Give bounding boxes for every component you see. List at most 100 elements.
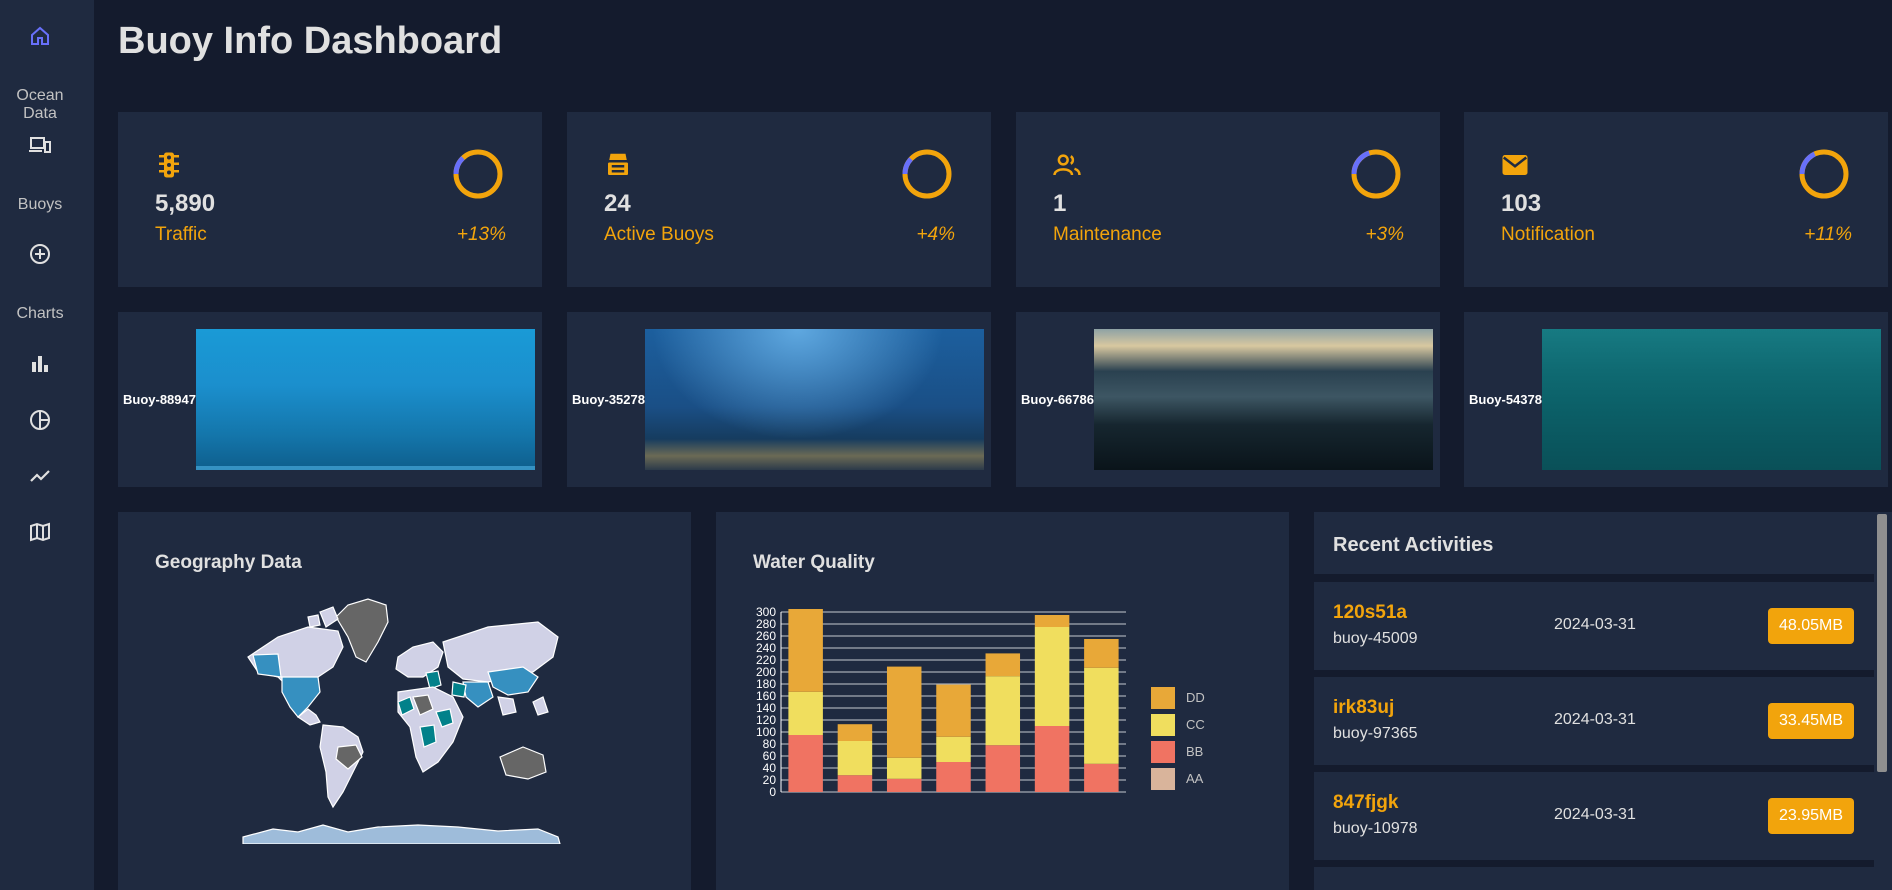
bar-bb-bc[interactable] — [1084, 763, 1119, 792]
activity-id: 120s51a — [1333, 602, 1407, 623]
progress-ring — [1351, 149, 1401, 199]
bar-bb-on[interactable] — [985, 745, 1021, 792]
buoy-card[interactable]: Buoy-88947 — [118, 312, 542, 487]
bar-dd-qc[interactable] — [1034, 615, 1070, 627]
bar-bb-nl[interactable] — [886, 778, 922, 792]
bar-cc-ns[interactable] — [788, 691, 823, 735]
stat-card-notification: 103 Notification +11% — [1464, 112, 1888, 287]
legend-label: CC — [1186, 717, 1205, 732]
y-tick-label: 220 — [756, 653, 776, 667]
sidebar-section-ocean-data: Ocean Data — [16, 87, 64, 122]
activity-size-badge: 23.95MB — [1767, 798, 1854, 834]
activity-item[interactable]: irk83uj buoy-97365 2024-03-31 33.45MB — [1314, 677, 1874, 765]
bar-dd-bc[interactable] — [1084, 639, 1119, 668]
bar-dd-ns[interactable] — [788, 609, 823, 692]
activities-title: Recent Activities — [1333, 534, 1494, 556]
geography-title: Geography Data — [155, 552, 302, 573]
water-quality-chart[interactable]: 0204060801001201401601802002202402602803… — [736, 602, 1216, 802]
activity-user: buoy-45009 — [1333, 630, 1418, 647]
stat-label: Maintenance — [1053, 224, 1162, 245]
world-map[interactable] — [238, 597, 563, 844]
legend-swatch[interactable] — [1151, 741, 1175, 763]
activity-item[interactable]: 120s51a buoy-45009 2024-03-31 48.05MB — [1314, 582, 1874, 670]
scrollbar-thumb[interactable] — [1877, 514, 1887, 772]
water-quality-title: Water Quality — [753, 552, 875, 573]
activity-date: 2024-03-31 — [1554, 616, 1636, 633]
main-content: Buoy Info Dashboard 5,890 Traffic +13% 2… — [94, 0, 1892, 890]
buoy-name: Buoy-88947 — [123, 392, 196, 407]
activity-item[interactable] — [1314, 867, 1874, 890]
activity-user: buoy-10978 — [1333, 820, 1418, 837]
y-tick-label: 40 — [763, 761, 777, 775]
stat-card-active-buoys: 24 Active Buoys +4% — [567, 112, 991, 287]
activity-user: buoy-97365 — [1333, 725, 1418, 742]
bar-cc-nl[interactable] — [886, 757, 922, 779]
buoy-image — [645, 329, 984, 470]
buoy-name: Buoy-35278 — [572, 392, 645, 407]
stat-label: Active Buoys — [604, 224, 714, 245]
home-icon[interactable] — [0, 16, 80, 56]
buoy-card[interactable]: Buoy-54378 — [1464, 312, 1888, 487]
y-tick-label: 180 — [756, 677, 776, 691]
buoy-name: Buoy-54378 — [1469, 392, 1542, 407]
stat-value: 103 — [1501, 190, 1542, 217]
activity-item[interactable]: 847fjgk buoy-10978 2024-03-31 23.95MB — [1314, 772, 1874, 860]
y-tick-label: 260 — [756, 629, 776, 643]
y-tick-label: 120 — [756, 713, 776, 727]
buoy-card[interactable]: Buoy-66786 — [1016, 312, 1440, 487]
legend-label: AA — [1186, 771, 1204, 786]
stat-card-maintenance: 1 Maintenance +3% — [1016, 112, 1440, 287]
stat-value: 5,890 — [155, 190, 216, 217]
bar-bb-ns[interactable] — [788, 735, 823, 792]
buoy-card[interactable]: Buoy-35278 — [567, 312, 991, 487]
legend-label: DD — [1186, 690, 1205, 705]
y-tick-label: 240 — [756, 641, 776, 655]
sidebar: Ocean Data Buoys Charts — [0, 0, 94, 890]
buoy-image — [1542, 329, 1881, 470]
legend-label: BB — [1186, 744, 1203, 759]
legend-swatch[interactable] — [1151, 768, 1175, 790]
pie-chart-icon[interactable] — [0, 400, 80, 440]
bar-bb-nb[interactable] — [837, 775, 873, 792]
stat-change: +11% — [1804, 224, 1852, 245]
legend-swatch[interactable] — [1151, 714, 1175, 736]
bar-dd-pe[interactable] — [936, 684, 971, 737]
y-tick-label: 200 — [756, 665, 776, 679]
y-tick-label: 160 — [756, 689, 776, 703]
y-tick-label: 140 — [756, 701, 776, 715]
y-tick-label: 80 — [763, 737, 777, 751]
bar-cc-pe[interactable] — [936, 736, 971, 762]
activities-header: Recent Activities — [1314, 512, 1874, 574]
map-icon[interactable] — [0, 512, 80, 552]
activity-date: 2024-03-31 — [1554, 806, 1636, 823]
add-circle-icon[interactable] — [0, 234, 80, 274]
bar-dd-nl[interactable] — [886, 666, 922, 758]
bar-cc-qc[interactable] — [1034, 627, 1070, 726]
page-title: Buoy Info Dashboard — [118, 20, 503, 62]
buoy-name: Buoy-66786 — [1021, 392, 1094, 407]
stat-value: 24 — [604, 190, 631, 217]
legend-swatch[interactable] — [1151, 687, 1175, 709]
activity-id: irk83uj — [1333, 697, 1395, 718]
bar-cc-on[interactable] — [985, 676, 1021, 746]
bar-cc-bc[interactable] — [1084, 667, 1119, 764]
progress-ring — [1799, 149, 1849, 199]
people-icon — [1053, 154, 1081, 176]
stat-change: +13% — [456, 224, 506, 245]
y-tick-label: 20 — [763, 773, 777, 787]
buoy-image — [1094, 329, 1433, 470]
bar-bb-pe[interactable] — [936, 762, 971, 792]
activity-id: 847fjgk — [1333, 792, 1399, 813]
line-chart-icon[interactable] — [0, 456, 80, 496]
bar-dd-on[interactable] — [985, 653, 1021, 677]
bar-cc-nb[interactable] — [837, 741, 873, 776]
devices-icon[interactable] — [0, 125, 80, 165]
traffic-light-icon — [159, 152, 179, 178]
bar-chart-icon[interactable] — [0, 344, 80, 384]
activity-size-badge: 33.45MB — [1767, 703, 1854, 739]
bar-dd-nb[interactable] — [837, 724, 873, 741]
fax-icon — [608, 153, 628, 175]
progress-ring — [453, 149, 503, 199]
bar-bb-qc[interactable] — [1034, 726, 1070, 792]
activities-scrollbar[interactable] — [1874, 512, 1892, 890]
